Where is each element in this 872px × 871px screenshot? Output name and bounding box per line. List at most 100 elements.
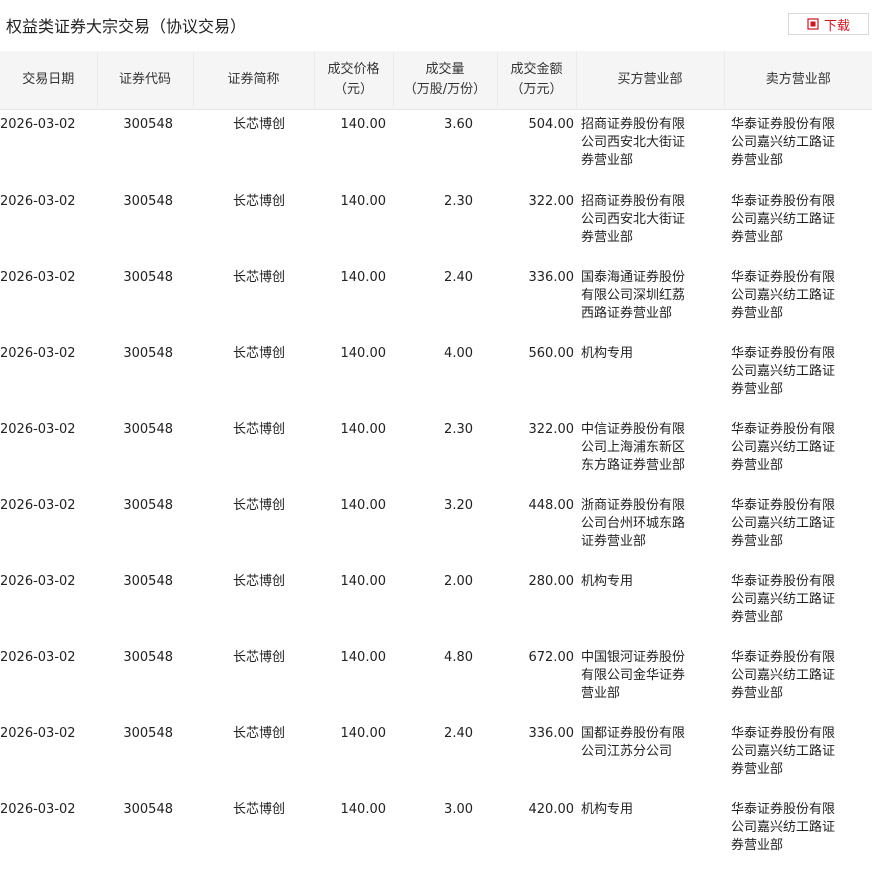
column-header-volume[interactable]: 成交量 （万股/万份） bbox=[392, 51, 497, 110]
cell-volume: 3.60 bbox=[444, 117, 473, 132]
cell-volume: 4.00 bbox=[444, 346, 473, 361]
column-header-date[interactable]: 交易日期 bbox=[0, 51, 97, 110]
cell-buyer: 机构专用 bbox=[581, 802, 634, 817]
cell-amount: 322.00 bbox=[528, 194, 575, 209]
cell-amount: 336.00 bbox=[528, 726, 575, 741]
cell-amount: 280.00 bbox=[528, 574, 575, 589]
download-button[interactable]: 下载 bbox=[788, 13, 869, 35]
cell-amount: 672.00 bbox=[528, 650, 575, 665]
cell-code: 300548 bbox=[123, 346, 173, 361]
cell-price: 140.00 bbox=[340, 802, 387, 817]
cell-date: 2026-03-02 bbox=[0, 574, 76, 589]
cell-name: 长芯博创 bbox=[232, 726, 285, 741]
cell-buyer: 中信证券股份有限公司上海浦东新区东方路证券营业部 bbox=[581, 422, 686, 473]
column-header-price[interactable]: 成交价格 （元） bbox=[313, 51, 393, 110]
cell-name: 长芯博创 bbox=[232, 802, 285, 817]
cell-seller: 华泰证券股份有限公司嘉兴纺工路证券营业部 bbox=[731, 726, 836, 777]
cell-seller: 华泰证券股份有限公司嘉兴纺工路证券营业部 bbox=[731, 650, 836, 701]
cell-buyer: 机构专用 bbox=[581, 574, 634, 589]
cell-code: 300548 bbox=[123, 574, 173, 589]
cell-date: 2026-03-02 bbox=[0, 650, 76, 665]
cell-code: 300548 bbox=[123, 117, 173, 132]
cell-price: 140.00 bbox=[340, 574, 387, 589]
cell-name: 长芯博创 bbox=[232, 194, 285, 209]
cell-date: 2026-03-02 bbox=[0, 726, 76, 741]
cell-seller: 华泰证券股份有限公司嘉兴纺工路证券营业部 bbox=[731, 346, 836, 397]
cell-name: 长芯博创 bbox=[232, 270, 285, 285]
column-header-code[interactable]: 证券代码 bbox=[96, 51, 193, 110]
cell-name: 长芯博创 bbox=[232, 346, 285, 361]
cell-date: 2026-03-02 bbox=[0, 422, 76, 437]
cell-volume: 4.80 bbox=[444, 650, 473, 665]
cell-price: 140.00 bbox=[340, 650, 387, 665]
cell-name: 长芯博创 bbox=[232, 117, 285, 132]
table-header-row: 交易日期 证券代码 证券简称 成交价格 （元） 成交量 （万股/万份） 成交金额 （万… bbox=[0, 51, 872, 110]
table-row: 2026-03-02 300548 长芯博创 140.00 3.60 504.00 招商证券… bbox=[0, 110, 872, 188]
cell-date: 2026-03-02 bbox=[0, 270, 76, 285]
cell-buyer: 招商证券股份有限公司西安北大街证券营业部 bbox=[581, 194, 686, 245]
cell-amount: 504.00 bbox=[528, 117, 575, 132]
cell-name: 长芯博创 bbox=[232, 574, 285, 589]
page-title: 权益类证券大宗交易（协议交易） bbox=[6, 17, 247, 36]
cell-buyer: 国都证券股份有限公司江苏分公司 bbox=[581, 726, 686, 759]
cell-name: 长芯博创 bbox=[232, 650, 285, 665]
cell-seller: 华泰证券股份有限公司嘉兴纺工路证券营业部 bbox=[731, 117, 836, 168]
table-row: 2026-03-02 300548 长芯博创 140.00 3.20 448.00 浙商证券… bbox=[0, 491, 872, 567]
download-icon bbox=[807, 18, 819, 30]
table-row: 2026-03-02 300548 长芯博创 140.00 2.30 322.00 招商证券… bbox=[0, 187, 872, 263]
cell-code: 300548 bbox=[123, 726, 173, 741]
cell-seller: 华泰证券股份有限公司嘉兴纺工路证券营业部 bbox=[731, 270, 836, 321]
table-row: 2026-03-02 300548 长芯博创 140.00 2.40 336.00 国泰海通… bbox=[0, 263, 872, 339]
cell-volume: 2.30 bbox=[444, 422, 473, 437]
cell-code: 300548 bbox=[123, 422, 173, 437]
cell-seller: 华泰证券股份有限公司嘉兴纺工路证券营业部 bbox=[731, 574, 836, 625]
cell-price: 140.00 bbox=[340, 726, 387, 741]
cell-volume: 3.00 bbox=[444, 802, 473, 817]
table-row: 2026-03-02 300548 长芯博创 140.00 4.00 560.00 机构专用… bbox=[0, 339, 872, 415]
cell-code: 300548 bbox=[123, 802, 173, 817]
cell-volume: 2.40 bbox=[444, 726, 473, 741]
cell-price: 140.00 bbox=[340, 270, 387, 285]
cell-date: 2026-03-02 bbox=[0, 194, 76, 209]
cell-volume: 2.40 bbox=[444, 270, 473, 285]
cell-code: 300548 bbox=[123, 498, 173, 513]
table-row: 2026-03-02 300548 长芯博创 140.00 2.40 336.00 国都证券… bbox=[0, 719, 872, 795]
cell-price: 140.00 bbox=[340, 422, 387, 437]
cell-seller: 华泰证券股份有限公司嘉兴纺工路证券营业部 bbox=[731, 194, 836, 245]
column-header-amount[interactable]: 成交金额 （万元） bbox=[496, 51, 576, 110]
cell-code: 300548 bbox=[123, 270, 173, 285]
cell-seller: 华泰证券股份有限公司嘉兴纺工路证券营业部 bbox=[731, 498, 836, 549]
cell-price: 140.00 bbox=[340, 498, 387, 513]
cell-code: 300548 bbox=[123, 194, 173, 209]
cell-price: 140.00 bbox=[340, 117, 387, 132]
column-header-name[interactable]: 证券简称 bbox=[192, 51, 314, 110]
block-trade-table: 交易日期 证券代码 证券简称 成交价格 （元） 成交量 （万股/万份） 成交金额 （万… bbox=[0, 51, 872, 871]
cell-volume: 2.00 bbox=[444, 574, 473, 589]
cell-name: 长芯博创 bbox=[232, 422, 285, 437]
cell-name: 长芯博创 bbox=[232, 498, 285, 513]
cell-amount: 420.00 bbox=[528, 802, 575, 817]
cell-amount: 336.00 bbox=[528, 270, 575, 285]
cell-date: 2026-03-02 bbox=[0, 498, 76, 513]
cell-date: 2026-03-02 bbox=[0, 802, 76, 817]
cell-buyer: 机构专用 bbox=[581, 346, 634, 361]
table-row: 2026-03-02 300548 长芯博创 140.00 3.00 420.00 机构专用… bbox=[0, 795, 872, 871]
column-header-seller[interactable]: 卖方营业部 bbox=[723, 51, 872, 110]
cell-buyer: 浙商证券股份有限公司台州环城东路证券营业部 bbox=[581, 498, 686, 549]
cell-buyer: 中国银河证券股份有限公司金华证券营业部 bbox=[581, 650, 686, 701]
cell-volume: 3.20 bbox=[444, 498, 473, 513]
table-row: 2026-03-02 300548 长芯博创 140.00 2.30 322.00 中信证券… bbox=[0, 415, 872, 491]
cell-amount: 560.00 bbox=[528, 346, 575, 361]
table-row: 2026-03-02 300548 长芯博创 140.00 2.00 280.00 机构专用… bbox=[0, 567, 872, 643]
cell-code: 300548 bbox=[123, 650, 173, 665]
cell-price: 140.00 bbox=[340, 194, 387, 209]
column-header-buyer[interactable]: 买方营业部 bbox=[575, 51, 724, 110]
cell-buyer: 国泰海通证券股份有限公司深圳红荔西路证券营业部 bbox=[581, 270, 686, 321]
cell-amount: 322.00 bbox=[528, 422, 575, 437]
cell-date: 2026-03-02 bbox=[0, 346, 76, 361]
cell-volume: 2.30 bbox=[444, 194, 473, 209]
cell-date: 2026-03-02 bbox=[0, 117, 76, 132]
table-row: 2026-03-02 300548 长芯博创 140.00 4.80 672.00 中国银河… bbox=[0, 643, 872, 719]
cell-price: 140.00 bbox=[340, 346, 387, 361]
cell-seller: 华泰证券股份有限公司嘉兴纺工路证券营业部 bbox=[731, 802, 836, 853]
